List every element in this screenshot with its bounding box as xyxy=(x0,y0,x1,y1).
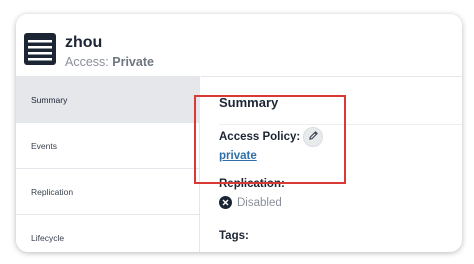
tags-label: Tags: xyxy=(219,230,249,242)
sidebar-item-label: Summary xyxy=(31,94,68,105)
bucket-header: zhou Access: Private xyxy=(16,14,462,76)
sidebar-item-replication[interactable]: Replication xyxy=(16,169,199,215)
summary-title: Summary xyxy=(219,95,279,110)
bucket-icon xyxy=(23,32,57,66)
sidebar-item-events[interactable]: Events xyxy=(16,123,199,169)
bucket-card: zhou Access: Private Summary Events Repl… xyxy=(16,14,462,252)
sidebar-item-label: Events xyxy=(31,140,57,151)
edit-access-policy-button[interactable] xyxy=(303,127,323,147)
sidebar-item-lifecycle[interactable]: Lifecycle xyxy=(16,215,199,252)
sidebar-item-label: Replication xyxy=(31,186,74,197)
access-policy-label: Access Policy: xyxy=(219,131,301,143)
sidebar-item-summary[interactable]: Summary xyxy=(16,77,199,123)
sidebar: Summary Events Replication Lifecycle xyxy=(16,76,200,252)
sidebar-item-label: Lifecycle xyxy=(31,232,65,243)
replication-status-text: Disabled xyxy=(237,196,282,209)
bucket-name: zhou xyxy=(65,34,103,51)
pencil-icon xyxy=(308,128,319,146)
divider xyxy=(219,124,462,125)
bucket-access-label: Access: xyxy=(65,55,109,69)
close-circle-icon xyxy=(219,196,232,209)
bucket-access: Access: Private xyxy=(65,55,154,69)
access-policy-link[interactable]: private xyxy=(219,150,257,162)
replication-label: Replication: xyxy=(219,178,285,190)
bucket-access-value: Private xyxy=(112,55,154,69)
summary-panel: Summary Access Policy: private Replicati… xyxy=(201,76,462,252)
replication-status: Disabled xyxy=(219,196,282,209)
